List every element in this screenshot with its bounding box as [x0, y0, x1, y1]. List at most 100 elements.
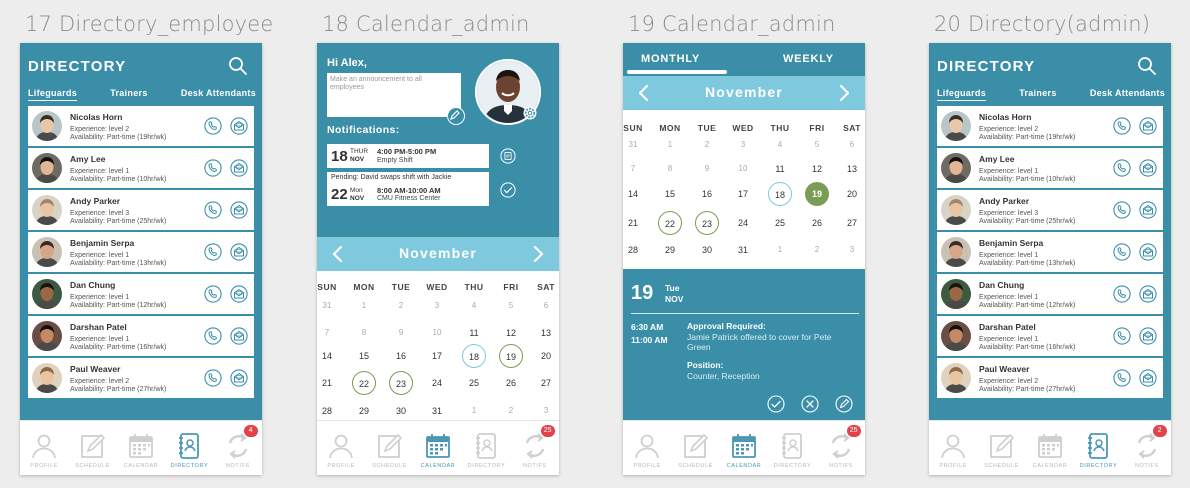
calendar-day[interactable]: 6 — [534, 294, 558, 318]
tab-lifeguards[interactable]: Lifeguards — [28, 88, 78, 101]
employee-row[interactable]: Paul Weaver Experience: level 2 Availabili… — [937, 358, 1163, 400]
employee-row[interactable]: Dan Chung Experience: level 1 Availability… — [937, 274, 1163, 316]
nav-schedule[interactable]: SCHEDULE — [977, 421, 1025, 475]
phone-icon[interactable] — [1113, 285, 1131, 303]
phone-icon[interactable] — [204, 327, 222, 345]
phone-icon[interactable] — [204, 285, 222, 303]
calendar-day[interactable]: 5 — [805, 133, 829, 157]
phone-icon[interactable] — [204, 159, 222, 177]
employee-row[interactable]: Amy Lee Experience: level 1 Availability: … — [28, 148, 254, 190]
reject-close-icon[interactable] — [801, 395, 819, 413]
calendar-day[interactable]: 27 — [840, 211, 864, 235]
calendar-day[interactable]: 4 — [768, 133, 792, 157]
calendar-day[interactable]: 1 — [658, 133, 682, 157]
chevron-right-icon[interactable] — [533, 245, 545, 263]
calendar-day[interactable]: 10 — [731, 157, 755, 181]
calendar-day[interactable]: 24 — [425, 371, 449, 395]
calendar-day[interactable]: 10 — [425, 321, 449, 345]
nav-notifs[interactable]: NOTIFS 2 — [1123, 421, 1171, 475]
calendar-day[interactable]: 4 — [462, 294, 486, 318]
calendar-day[interactable]: 15 — [658, 182, 682, 206]
tab-desk-attendants[interactable]: Desk Attendants — [181, 88, 256, 101]
tab-desk-attendants[interactable]: Desk Attendants — [1090, 88, 1165, 101]
calendar-day[interactable]: 23 — [389, 371, 413, 395]
calendar-day[interactable]: 19 — [499, 344, 523, 368]
calendar-day[interactable]: 21 — [623, 211, 645, 235]
note-icon[interactable] — [500, 148, 516, 164]
tab-lifeguards[interactable]: Lifeguards — [937, 88, 987, 101]
calendar-day[interactable]: 14 — [317, 344, 339, 368]
calendar-day[interactable]: 19 — [805, 182, 829, 206]
employee-row[interactable]: Benjamin Serpa Experience: level 1 Availab… — [28, 232, 254, 274]
chevron-right-icon[interactable] — [839, 84, 851, 102]
phone-icon[interactable] — [204, 117, 222, 135]
calendar-day[interactable]: 9 — [695, 157, 719, 181]
calendar-day[interactable]: 7 — [623, 157, 645, 181]
calendar-day[interactable]: 1 — [768, 238, 792, 262]
phone-icon[interactable] — [1113, 117, 1131, 135]
search-icon[interactable] — [1137, 56, 1157, 76]
tab-trainers[interactable]: Trainers — [1019, 88, 1056, 101]
calendar-day[interactable]: 14 — [623, 182, 645, 206]
calendar-day[interactable]: 26 — [499, 371, 523, 395]
phone-icon[interactable] — [1113, 327, 1131, 345]
calendar-day[interactable]: 1 — [352, 294, 376, 318]
calendar-day[interactable]: 25 — [768, 211, 792, 235]
mail-icon[interactable] — [230, 369, 248, 387]
tab-trainers[interactable]: Trainers — [110, 88, 147, 101]
edit-announcement-button[interactable] — [447, 107, 465, 125]
notification-card[interactable]: Pending: David swaps shift with Jackie 22… — [327, 172, 489, 206]
tab-weekly[interactable]: WEEKLY — [783, 53, 834, 65]
mail-icon[interactable] — [1139, 285, 1157, 303]
phone-icon[interactable] — [204, 201, 222, 219]
calendar-day[interactable]: 20 — [840, 182, 864, 206]
nav-schedule[interactable]: SCHEDULE — [68, 421, 116, 475]
phone-icon[interactable] — [204, 369, 222, 387]
search-icon[interactable] — [228, 56, 248, 76]
announcement-input[interactable]: Make an announcement to all employees — [327, 73, 461, 117]
calendar-day[interactable]: 2 — [695, 133, 719, 157]
calendar-day[interactable]: 22 — [658, 211, 682, 235]
calendar-day[interactable]: 18 — [462, 344, 486, 368]
nav-calendar[interactable]: CALENDAR — [1026, 421, 1074, 475]
tab-monthly[interactable]: MONTHLY — [641, 53, 700, 65]
calendar-day[interactable]: 13 — [840, 157, 864, 181]
nav-schedule[interactable]: SCHEDULE — [671, 421, 719, 475]
calendar-day[interactable]: 31 — [317, 294, 339, 318]
calendar-day[interactable]: 2 — [805, 238, 829, 262]
calendar-day[interactable]: 31 — [731, 238, 755, 262]
employee-row[interactable]: Andy Parker Experience: level 3 Availabili… — [937, 190, 1163, 232]
mail-icon[interactable] — [1139, 369, 1157, 387]
calendar-day[interactable]: 16 — [389, 344, 413, 368]
mail-icon[interactable] — [230, 243, 248, 261]
calendar-day[interactable]: 17 — [425, 344, 449, 368]
nav-profile[interactable]: PROFILE — [20, 421, 68, 475]
mail-icon[interactable] — [1139, 327, 1157, 345]
nav-notifs[interactable]: NOTIFS 25 — [511, 421, 559, 475]
mail-icon[interactable] — [230, 327, 248, 345]
mail-icon[interactable] — [230, 159, 248, 177]
phone-icon[interactable] — [1113, 159, 1131, 177]
employee-row[interactable]: Paul Weaver Experience: level 2 Availabili… — [28, 358, 254, 400]
mail-icon[interactable] — [1139, 201, 1157, 219]
nav-profile[interactable]: PROFILE — [317, 421, 365, 475]
calendar-day[interactable]: 30 — [695, 238, 719, 262]
nav-directory[interactable]: DIRECTORY — [462, 421, 510, 475]
calendar-day[interactable]: 25 — [462, 371, 486, 395]
mail-icon[interactable] — [1139, 159, 1157, 177]
approve-check-icon[interactable] — [767, 395, 785, 413]
mail-icon[interactable] — [230, 201, 248, 219]
calendar-day[interactable]: 26 — [805, 211, 829, 235]
nav-directory[interactable]: DIRECTORY — [1074, 421, 1122, 475]
edit-pencil-icon[interactable] — [835, 395, 853, 413]
nav-calendar[interactable]: CALENDAR — [414, 421, 462, 475]
calendar-day[interactable]: 7 — [317, 321, 339, 345]
employee-row[interactable]: Andy Parker Experience: level 3 Availabili… — [28, 190, 254, 232]
nav-schedule[interactable]: SCHEDULE — [365, 421, 413, 475]
mail-icon[interactable] — [1139, 243, 1157, 261]
calendar-day[interactable]: 20 — [534, 344, 558, 368]
calendar-day[interactable]: 8 — [352, 321, 376, 345]
calendar-day[interactable]: 17 — [731, 182, 755, 206]
calendar-day[interactable]: 8 — [658, 157, 682, 181]
calendar-day[interactable]: 16 — [695, 182, 719, 206]
